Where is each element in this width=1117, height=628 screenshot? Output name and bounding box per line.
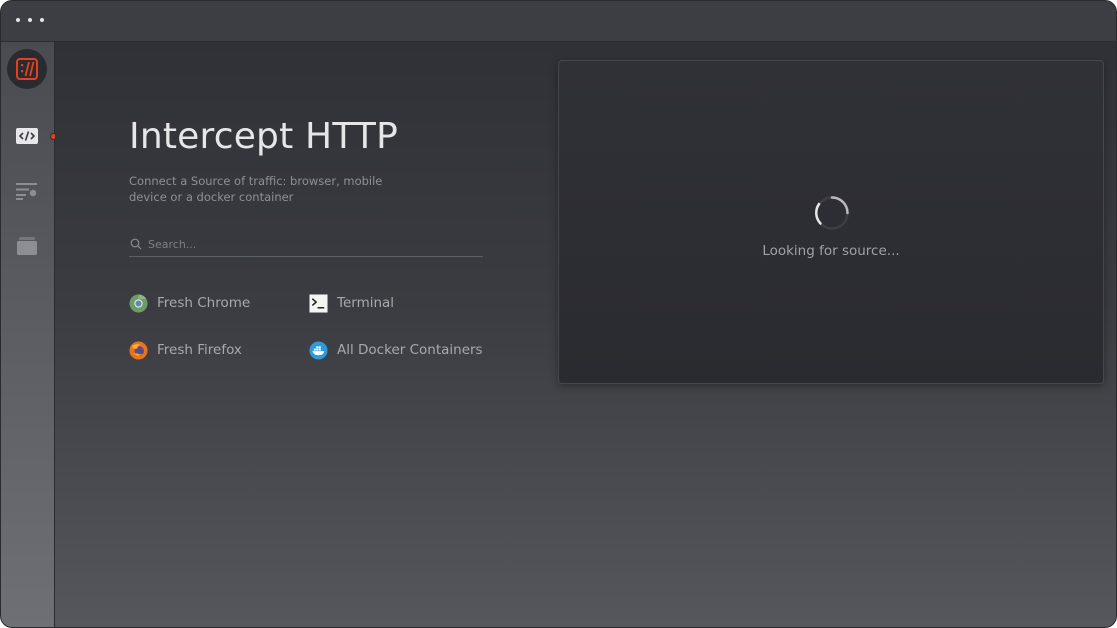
app-logo — [7, 49, 47, 89]
option-label: Terminal — [337, 295, 395, 311]
title-bar — [1, 1, 1116, 42]
docker-icon — [309, 340, 328, 360]
option-fresh-chrome[interactable]: Fresh Chrome — [129, 292, 250, 314]
search-input[interactable] — [148, 237, 468, 251]
stack-icon — [17, 237, 37, 255]
main-content: Intercept HTTP Connect a Source of traff… — [55, 42, 1116, 627]
sidebar-item-mock[interactable] — [15, 236, 39, 256]
option-terminal[interactable]: Terminal — [309, 292, 394, 314]
loading-spinner-icon — [814, 196, 849, 230]
list-filter-icon — [16, 183, 37, 200]
window-control-dot[interactable] — [40, 18, 44, 22]
terminal-icon — [309, 293, 328, 313]
sidebar — [1, 42, 57, 627]
page-title: Intercept HTTP — [129, 116, 398, 157]
firefox-icon — [129, 340, 148, 360]
option-all-docker-containers[interactable]: All Docker Containers — [309, 339, 483, 361]
option-label: All Docker Containers — [337, 342, 483, 358]
chrome-icon — [129, 293, 148, 313]
sidebar-item-view[interactable] — [15, 181, 39, 201]
sidebar-item-intercept[interactable] — [15, 126, 39, 146]
window-control-dot[interactable] — [28, 18, 32, 22]
page-subtitle: Connect a Source of traffic: browser, mo… — [129, 174, 383, 204]
option-fresh-firefox[interactable]: Fresh Firefox — [129, 339, 242, 361]
search-bar[interactable] — [129, 232, 483, 257]
option-label: Fresh Chrome — [157, 295, 251, 311]
code-icon — [16, 128, 38, 144]
app-window: Intercept HTTP Connect a Source of traff… — [0, 0, 1117, 628]
option-label: Fresh Firefox — [157, 342, 242, 358]
status-text: Looking for source... — [762, 243, 900, 259]
window-control-dot[interactable] — [16, 18, 20, 22]
httptoolkit-logo-icon — [16, 58, 38, 80]
source-detection-panel: Looking for source... — [558, 60, 1104, 384]
search-icon — [130, 238, 142, 250]
